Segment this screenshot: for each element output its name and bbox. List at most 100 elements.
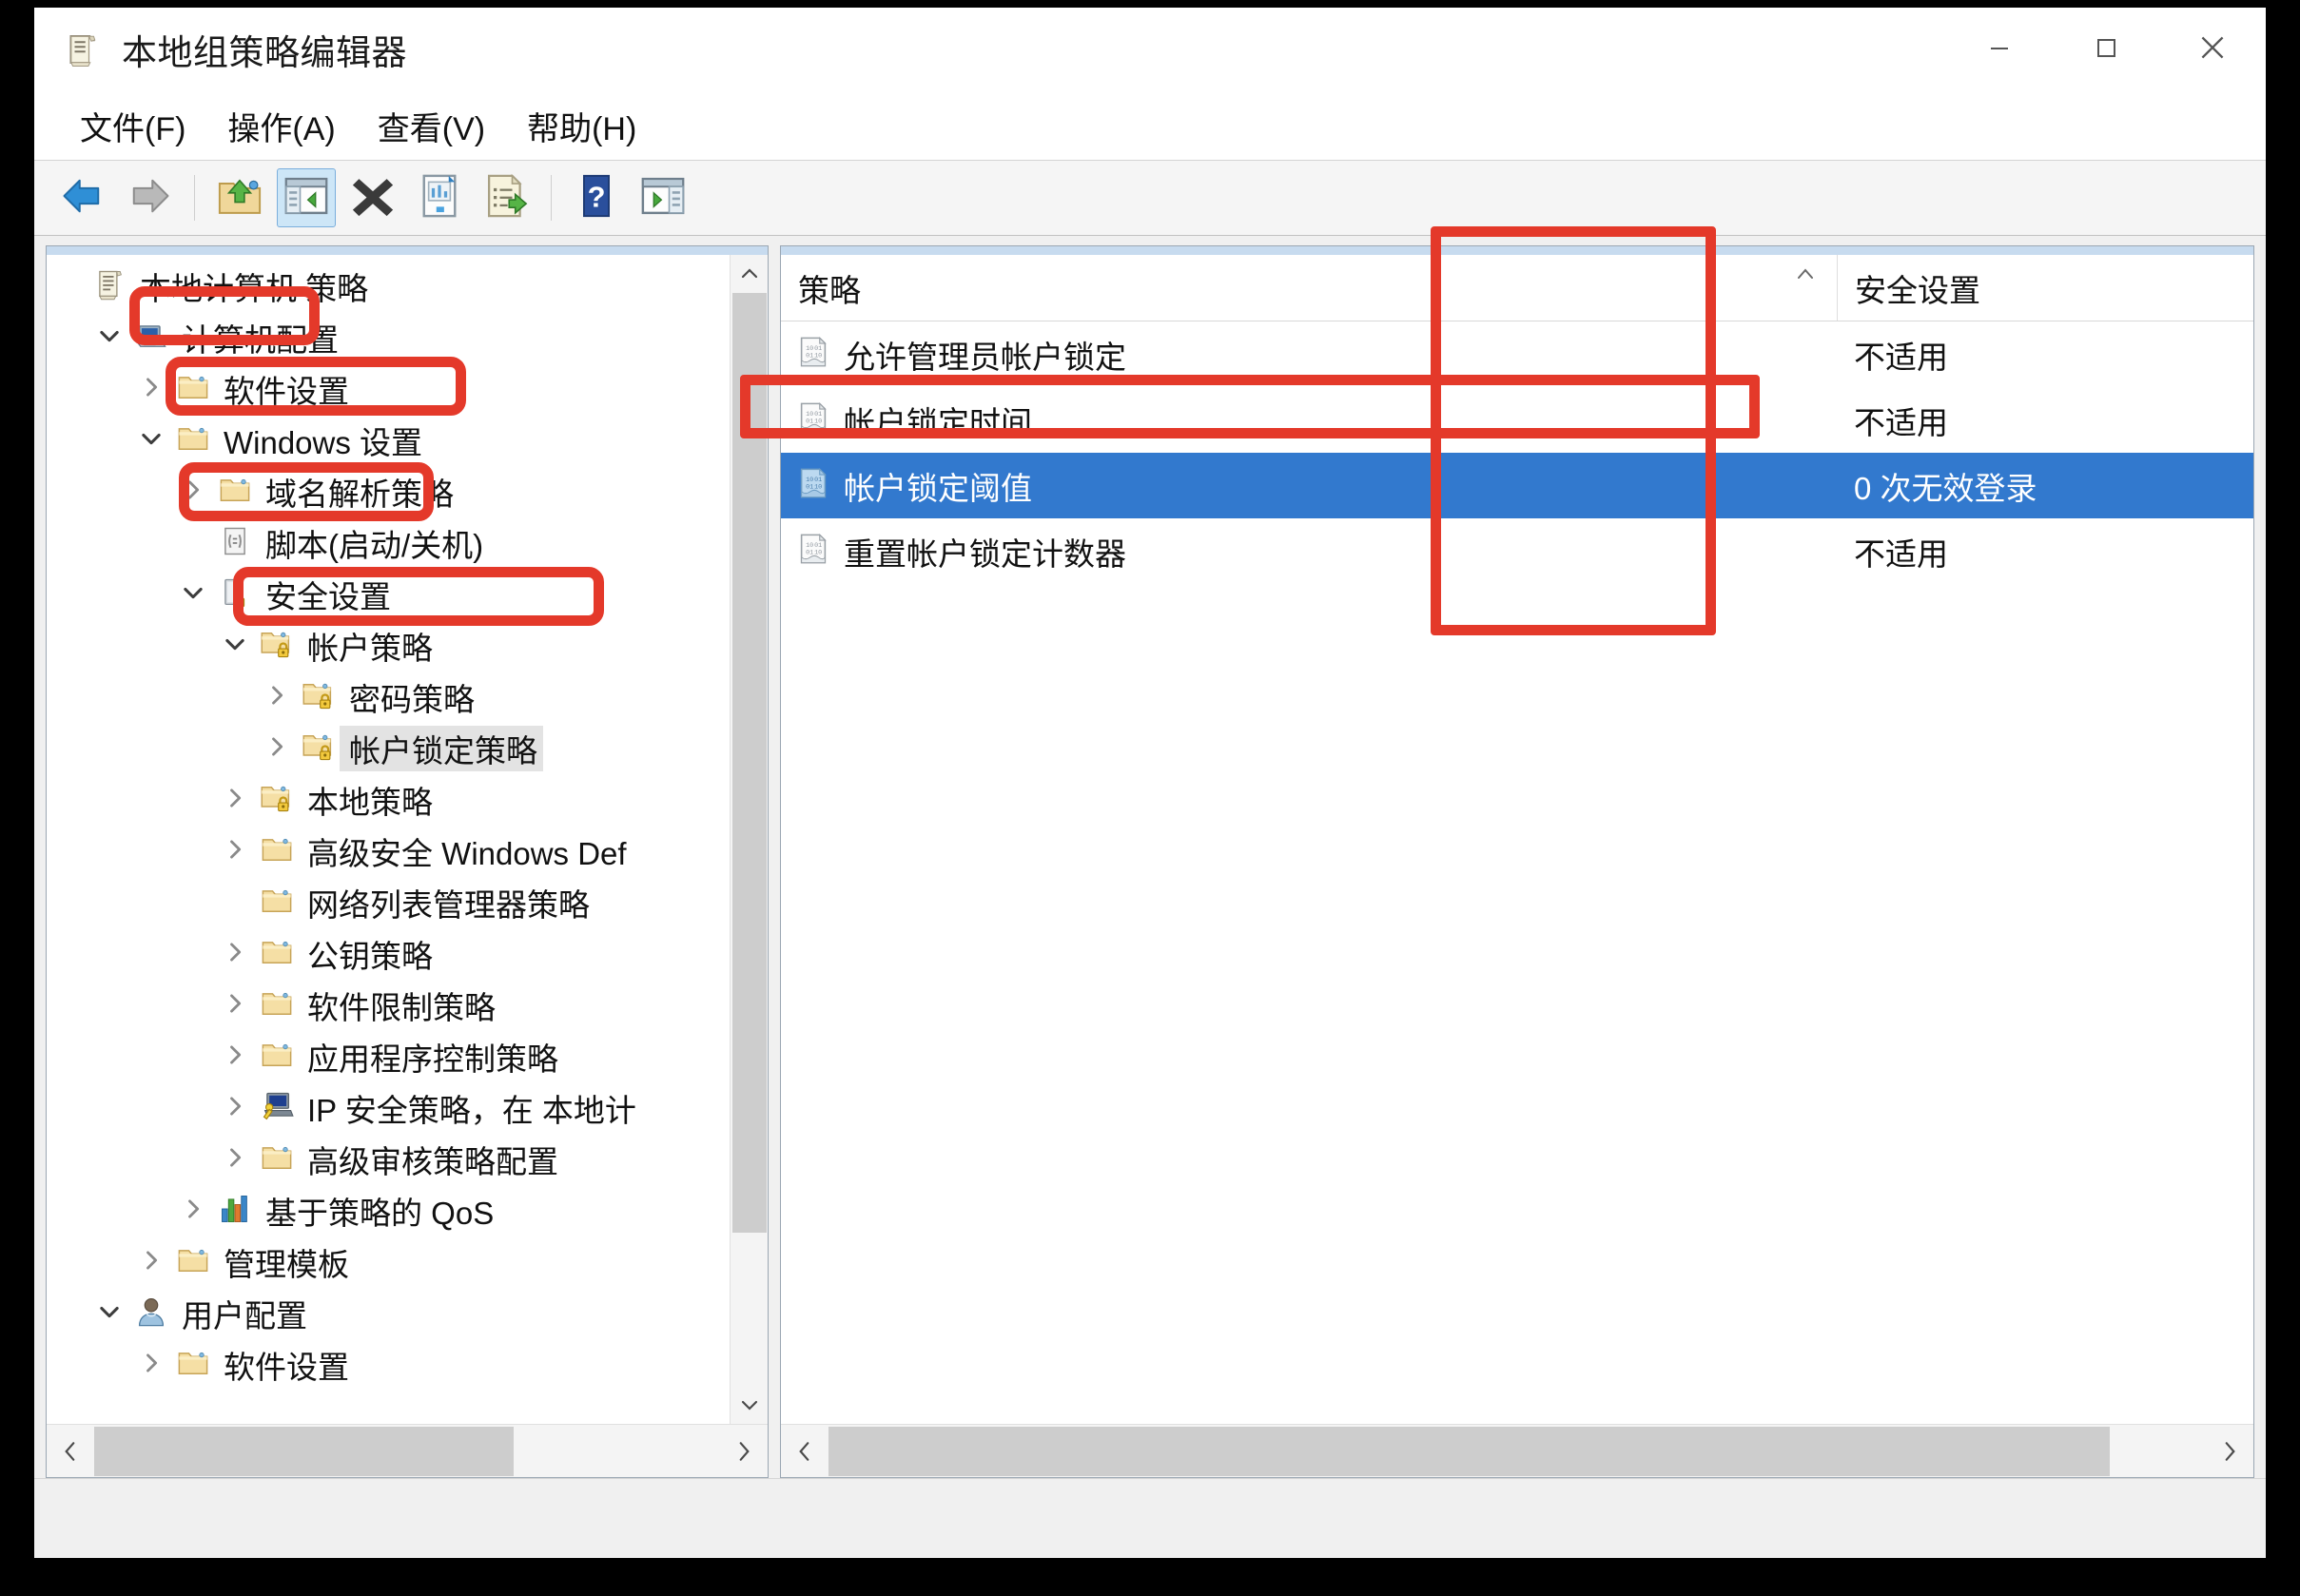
svg-text:01: 01 bbox=[814, 542, 822, 550]
chevron-down-icon[interactable] bbox=[138, 425, 165, 457]
list-hscroll-track[interactable] bbox=[828, 1425, 2206, 1478]
tree-vscroll-track[interactable] bbox=[731, 293, 769, 1386]
chevron-right-icon[interactable] bbox=[222, 785, 248, 816]
tree-item-19[interactable]: 管理模板 bbox=[47, 1236, 730, 1288]
chevron-right-icon[interactable] bbox=[222, 1041, 248, 1073]
svg-text:10: 10 bbox=[806, 477, 813, 484]
tree-item-11[interactable]: 高级安全 Windows Def bbox=[47, 826, 730, 877]
list-hscroll-thumb[interactable] bbox=[828, 1426, 2110, 1476]
svg-text:?: ? bbox=[588, 180, 606, 213]
chevron-left-icon[interactable] bbox=[781, 1425, 828, 1478]
tree-item-9[interactable]: 帐户锁定策略 bbox=[47, 723, 730, 774]
close-icon bbox=[2193, 29, 2232, 71]
chevron-down-icon[interactable] bbox=[222, 631, 248, 662]
chevron-right-icon[interactable] bbox=[222, 990, 248, 1022]
menu-action[interactable]: 操作(A) bbox=[206, 97, 356, 155]
chevron-right-icon[interactable] bbox=[138, 1247, 165, 1278]
folder-lock-icon bbox=[260, 781, 294, 820]
table-row[interactable]: 10 01 01 10 允许管理员帐户锁定 不适用 bbox=[781, 321, 2253, 387]
tree-item-8[interactable]: 密码策略 bbox=[47, 671, 730, 723]
chevron-right-icon[interactable] bbox=[263, 682, 290, 713]
help-question-icon: ? bbox=[572, 171, 621, 225]
forward-arrow-icon bbox=[125, 171, 174, 225]
tree-horizontal-scrollbar[interactable] bbox=[47, 1424, 768, 1477]
console-tree[interactable]: 本地计算机 策略 计算机配置 软件设置 Windows 设置 域名解析策略 脚本… bbox=[47, 255, 730, 1424]
folder-icon bbox=[176, 370, 210, 409]
tree-item-12[interactable]: 网络列表管理器策略 bbox=[47, 877, 730, 928]
toolbar-back[interactable] bbox=[53, 168, 112, 227]
toolbar-export-list[interactable] bbox=[477, 168, 536, 227]
maximize-button[interactable] bbox=[2053, 8, 2159, 91]
chevron-down-icon[interactable] bbox=[96, 322, 123, 354]
minimize-icon bbox=[1983, 31, 2016, 68]
minimize-button[interactable] bbox=[1946, 8, 2053, 91]
table-row[interactable]: 10 01 01 10 重置帐户锁定计数器 不适用 bbox=[781, 518, 2253, 584]
toolbar-show-action-pane[interactable] bbox=[633, 168, 692, 227]
tree-item-21[interactable]: 软件设置 bbox=[47, 1339, 730, 1391]
chevron-right-icon[interactable] bbox=[720, 1425, 768, 1478]
list-horizontal-scrollbar[interactable] bbox=[781, 1424, 2253, 1477]
tree-item-label: 脚本(启动/关机) bbox=[265, 528, 484, 563]
menu-help[interactable]: 帮助(H) bbox=[506, 97, 657, 155]
chevron-right-icon[interactable] bbox=[180, 1196, 206, 1227]
tree-item-2[interactable]: 软件设置 bbox=[47, 363, 730, 415]
svg-text:01: 01 bbox=[814, 411, 822, 418]
menu-file[interactable]: 文件(F) bbox=[59, 97, 206, 155]
tree-item-4[interactable]: 域名解析策略 bbox=[47, 466, 730, 517]
toolbar-forward[interactable] bbox=[120, 168, 179, 227]
column-policy[interactable]: 策略 bbox=[781, 255, 1837, 321]
tree-item-label: 网络列表管理器策略 bbox=[307, 887, 590, 923]
folder-icon bbox=[260, 884, 294, 923]
tree-item-15[interactable]: 应用程序控制策略 bbox=[47, 1031, 730, 1082]
toolbar-delete[interactable] bbox=[343, 168, 402, 227]
chevron-right-icon[interactable] bbox=[180, 477, 206, 508]
chevron-down-icon[interactable] bbox=[180, 579, 206, 611]
tree-item-5[interactable]: 脚本(启动/关机) bbox=[47, 517, 730, 569]
chevron-right-icon[interactable] bbox=[222, 1093, 248, 1124]
folder-lock-icon bbox=[302, 678, 336, 717]
menu-view[interactable]: 查看(V) bbox=[357, 97, 506, 155]
tree-vertical-scrollbar[interactable] bbox=[730, 255, 768, 1424]
tree-hscroll-thumb[interactable] bbox=[94, 1426, 514, 1476]
chevron-right-icon[interactable] bbox=[222, 1144, 248, 1176]
column-setting[interactable]: 安全设置 bbox=[1837, 255, 2253, 321]
cell-setting: 不适用 bbox=[1854, 339, 1948, 375]
security-lock-icon bbox=[218, 575, 252, 614]
tree-item-20[interactable]: 用户配置 bbox=[47, 1288, 730, 1339]
tree-item-7[interactable]: 帐户策略 bbox=[47, 620, 730, 671]
close-button[interactable] bbox=[2159, 8, 2266, 91]
tree-item-0[interactable]: 本地计算机 策略 bbox=[47, 261, 730, 312]
tree-item-16[interactable]: IP 安全策略，在 本地计 bbox=[47, 1082, 730, 1134]
tree-item-6[interactable]: 安全设置 bbox=[47, 569, 730, 620]
table-row[interactable]: 10 01 01 10 帐户锁定时间 不适用 bbox=[781, 387, 2253, 453]
tree-hscroll-track[interactable] bbox=[94, 1425, 720, 1478]
chevron-right-icon[interactable] bbox=[2206, 1425, 2253, 1478]
tree-item-10[interactable]: 本地策略 bbox=[47, 774, 730, 826]
tree-item-13[interactable]: 公钥策略 bbox=[47, 928, 730, 980]
chevron-right-icon[interactable] bbox=[222, 836, 248, 867]
tree-item-1[interactable]: 计算机配置 bbox=[47, 312, 730, 363]
chevron-right-icon[interactable] bbox=[138, 374, 165, 405]
tree-item-17[interactable]: 高级审核策略配置 bbox=[47, 1134, 730, 1185]
tree-vscroll-thumb[interactable] bbox=[731, 293, 767, 1234]
chevron-down-icon[interactable] bbox=[96, 1298, 123, 1330]
computer-icon bbox=[134, 319, 168, 358]
tree-item-18[interactable]: 基于策略的 QoS bbox=[47, 1185, 730, 1236]
cell-setting: 0 次无效登录 bbox=[1837, 453, 2253, 518]
chevron-left-icon[interactable] bbox=[47, 1425, 94, 1478]
toolbar-help[interactable]: ? bbox=[567, 168, 626, 227]
tree-item-label: 密码策略 bbox=[349, 682, 475, 717]
chevron-up-icon[interactable] bbox=[731, 255, 769, 293]
toolbar-up-one-level[interactable] bbox=[210, 168, 269, 227]
policy-list-rows[interactable]: 10 01 01 10 允许管理员帐户锁定 不适用 10 01 01 10 帐户锁… bbox=[781, 321, 2253, 1424]
chevron-right-icon[interactable] bbox=[138, 1350, 165, 1381]
table-row[interactable]: 10 01 01 10 帐户锁定阈值 0 次无效登录 bbox=[781, 453, 2253, 518]
tree-item-3[interactable]: Windows 设置 bbox=[47, 415, 730, 466]
tree-item-14[interactable]: 软件限制策略 bbox=[47, 980, 730, 1031]
toolbar-properties[interactable] bbox=[410, 168, 469, 227]
chevron-right-icon[interactable] bbox=[222, 939, 248, 970]
toolbar-show-hide-console-tree[interactable] bbox=[277, 168, 336, 227]
chevron-right-icon[interactable] bbox=[263, 733, 290, 765]
chevron-down-icon[interactable] bbox=[731, 1386, 769, 1424]
tree-item-label: 帐户锁定策略 bbox=[340, 726, 543, 771]
